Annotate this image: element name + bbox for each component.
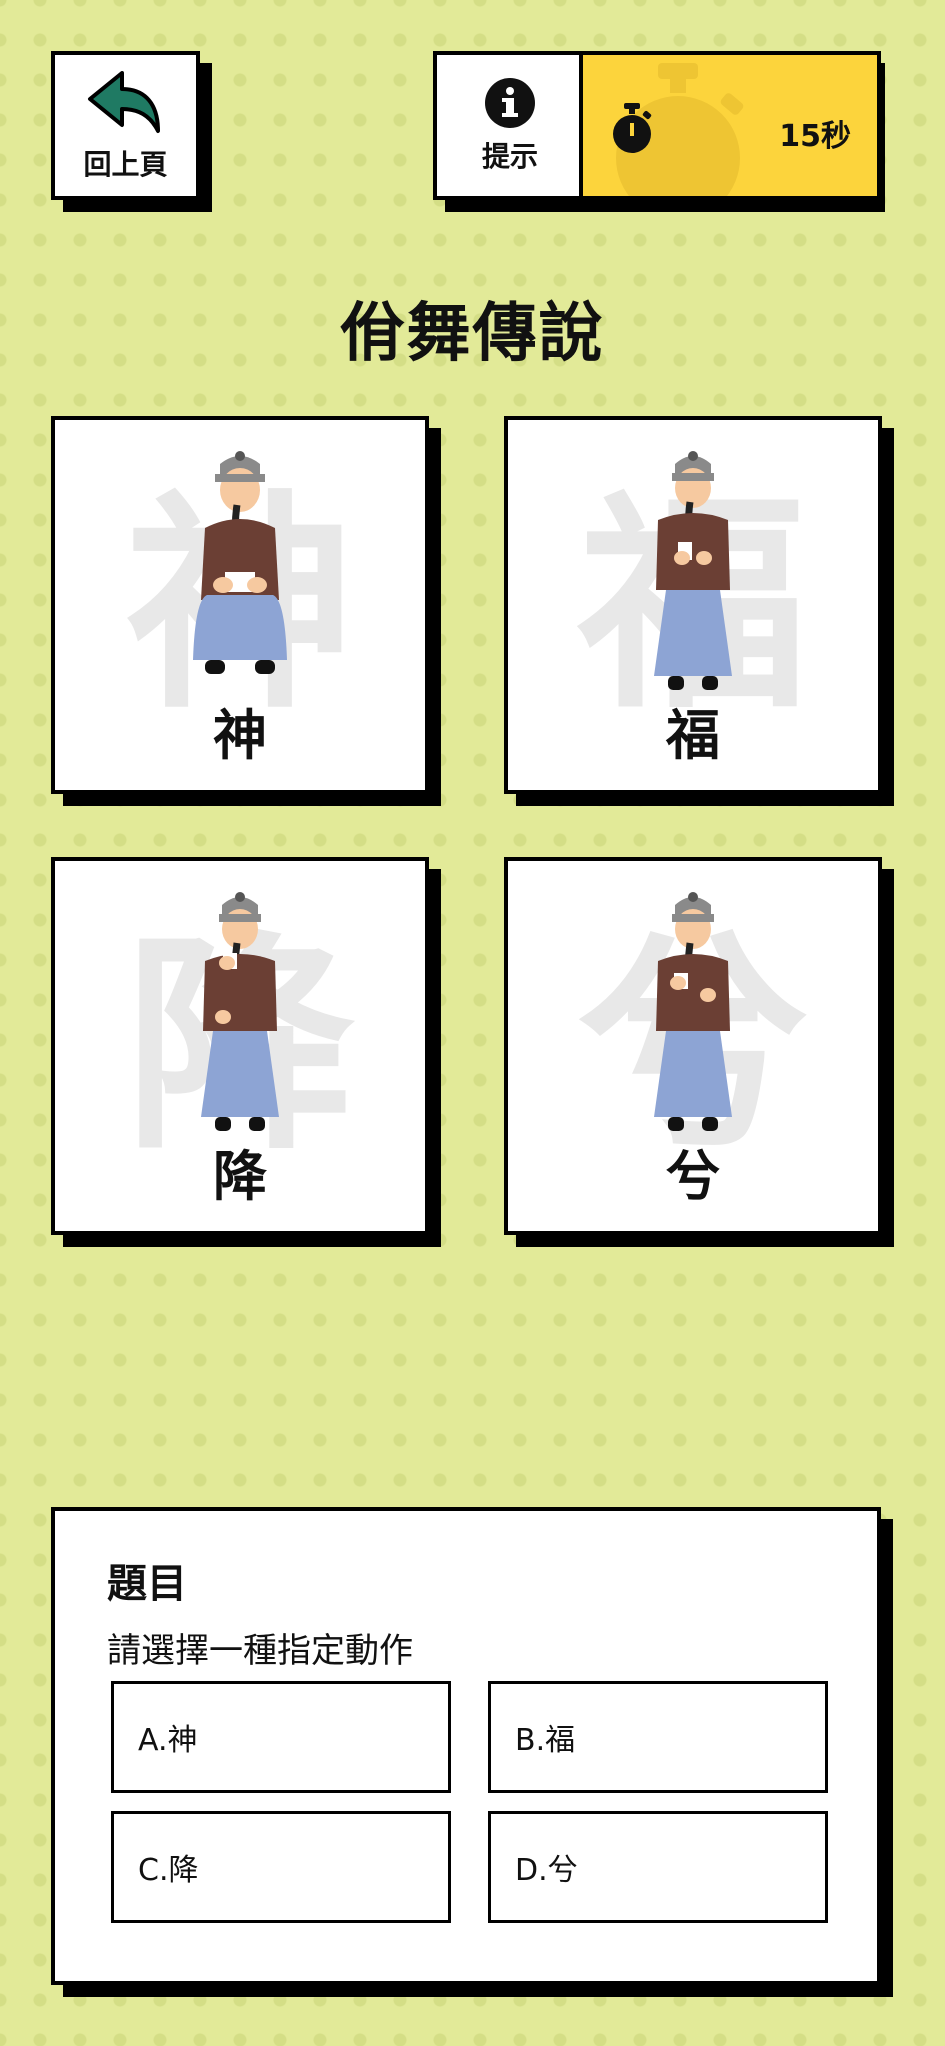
hint-button[interactable]: 提示 — [433, 51, 583, 200]
back-button[interactable]: 回上頁 — [51, 51, 200, 200]
answer-options: A.神 B.福 C.降 D.兮 — [111, 1681, 829, 1923]
pose-card-2[interactable]: 福 福 — [504, 416, 882, 794]
pose-card-4[interactable]: 兮 兮 — [504, 857, 882, 1235]
option-c-button[interactable]: C.降 — [111, 1811, 451, 1923]
card-label: 兮 — [666, 1144, 720, 1208]
option-d-button[interactable]: D.兮 — [488, 1811, 828, 1923]
page-title: 佾舞傳說 — [340, 297, 605, 371]
hint-label: 提示 — [481, 139, 538, 173]
pose-card-1[interactable]: 神 神 — [51, 416, 429, 794]
card-label: 降 — [213, 1144, 267, 1208]
standing-dancer-illustration — [654, 892, 732, 1131]
standing-dancer-illustration — [654, 451, 732, 690]
question-heading: 題目 — [107, 1561, 187, 1607]
timer-text: 15秒 — [779, 119, 851, 154]
timer-display: 15秒 — [579, 51, 881, 200]
standing-dancer-illustration — [201, 892, 279, 1131]
question-prompt: 請選擇一種指定動作 — [107, 1631, 413, 1671]
option-a-button[interactable]: A.神 — [111, 1681, 451, 1793]
stopwatch-icon — [613, 103, 652, 153]
seated-dancer-illustration — [193, 451, 287, 674]
pose-card-3[interactable]: 降 降 — [51, 857, 429, 1235]
back-arrow-icon — [87, 70, 160, 133]
card-label: 神 — [213, 703, 267, 767]
back-label: 回上頁 — [83, 147, 168, 181]
question-panel: 題目 請選擇一種指定動作 A.神 B.福 C.降 D.兮 — [51, 1507, 881, 1985]
option-b-button[interactable]: B.福 — [488, 1681, 828, 1793]
card-label: 福 — [666, 703, 720, 767]
info-icon — [485, 77, 535, 128]
